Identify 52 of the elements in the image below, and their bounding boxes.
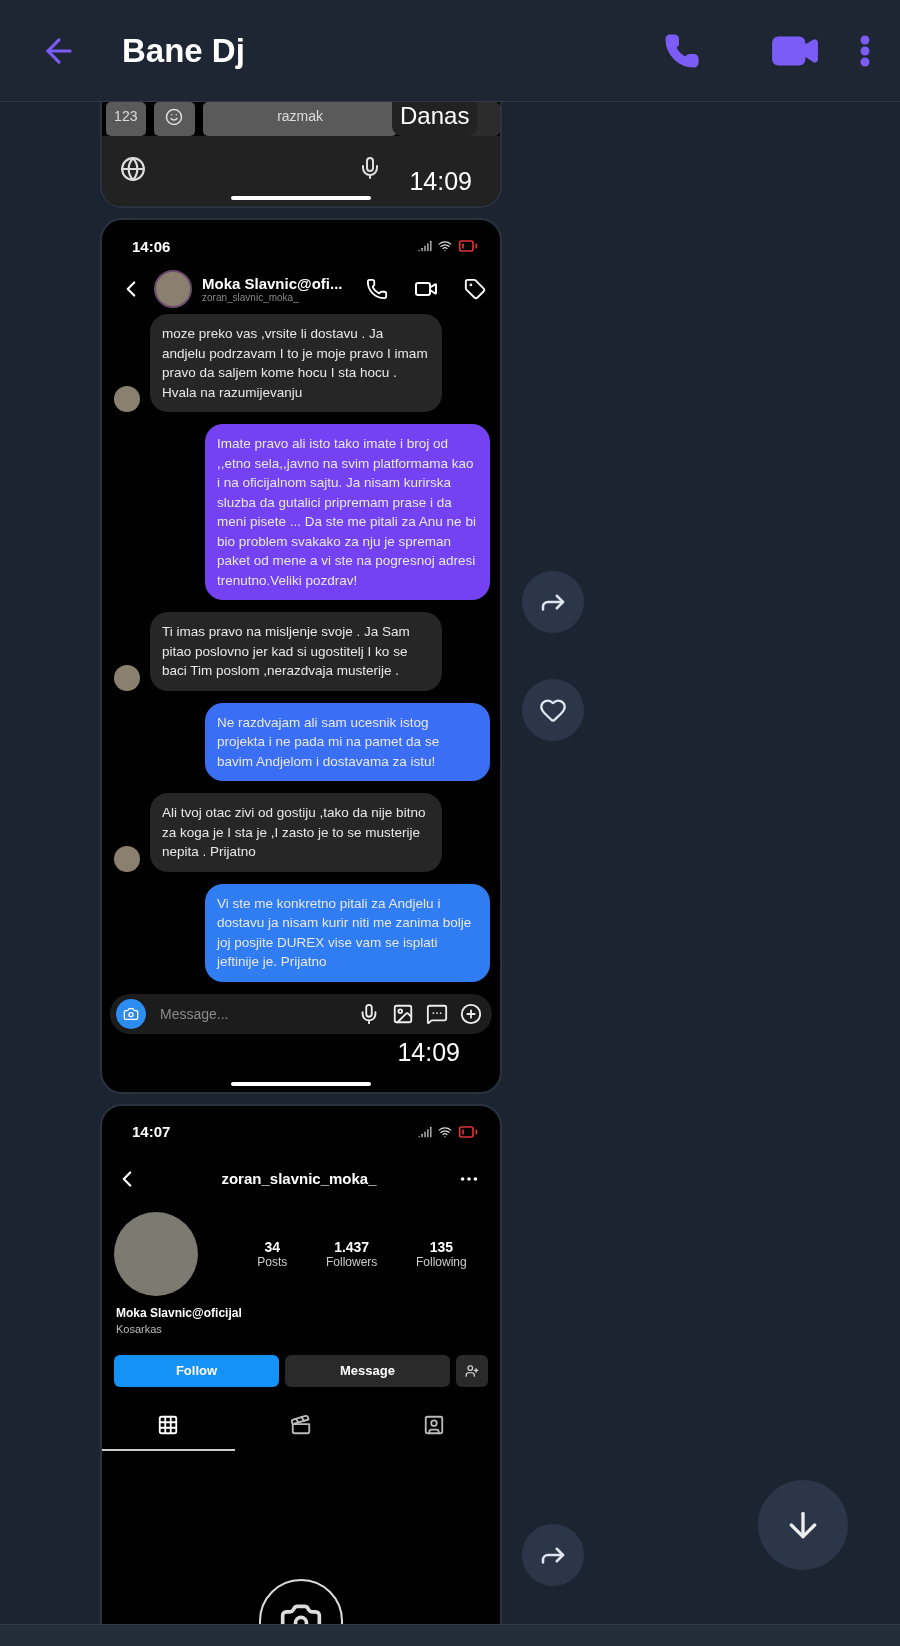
contact-name: Moka Slavnic@ofi...: [202, 275, 344, 292]
avatar: [114, 386, 140, 412]
add-person-button[interactable]: [456, 1354, 488, 1387]
grid-icon: [157, 1413, 180, 1436]
signal-icon: [418, 239, 432, 253]
avatar: [114, 845, 140, 872]
stat-value: 1.437: [334, 1238, 370, 1255]
tag-icon[interactable]: [464, 278, 486, 300]
smiley-icon: [165, 108, 184, 126]
date-label: Danas: [392, 102, 478, 136]
globe-icon: [120, 156, 146, 182]
wifi-icon: [438, 239, 452, 253]
chat-title: Bane Dj: [122, 31, 246, 70]
camera-button[interactable]: [116, 998, 146, 1029]
stat-value: 34: [264, 1238, 281, 1255]
received-message: Ali tvoj otac zivi od gostiju ,tako da nije bitno za koga je I sta je ,I zasto je to se musterije nepita . Prijatno: [150, 793, 442, 872]
sent-message: Ne razdvajam ali sam ucesnik istog projekta i ne pada mi na pamet da se bavim Andjelom i dostavama za istu!: [205, 702, 490, 781]
message-time: 14:09: [409, 167, 472, 196]
phone-icon[interactable]: [366, 278, 388, 300]
avatar: [114, 664, 140, 691]
message-time: 14:09: [397, 1037, 460, 1068]
plus-icon[interactable]: [460, 1002, 482, 1025]
stat-label: Following: [415, 1254, 467, 1269]
menu-button[interactable]: [860, 34, 870, 67]
stat-value: 135: [429, 1238, 453, 1255]
space-key: razmak: [203, 102, 398, 136]
status-time: 14:07: [132, 1123, 171, 1140]
profile-username: zoran_slavnic_moka_: [221, 1170, 377, 1187]
stat-label: Posts: [257, 1254, 288, 1269]
keyboard-key: 123: [106, 102, 146, 136]
image-icon[interactable]: [392, 1002, 414, 1025]
person-square-icon: [422, 1413, 445, 1436]
clapperboard-icon: [290, 1413, 312, 1436]
profile-bio: Kosarkas: [115, 1321, 163, 1335]
chat-bubble-icon[interactable]: [426, 1002, 448, 1025]
call-button[interactable]: [664, 32, 700, 69]
camera-icon: [123, 1005, 139, 1022]
sent-message: Vi ste me konkretno pitali za Andjelu i dostavu ja nisam kurir niti me zanima bolje joj posjite DUREX vise vam se isplati jeftinije je. Prijatno: [205, 883, 490, 982]
menu-icon: [860, 34, 870, 67]
received-message: Ti imas pravo na misljenje svoje . Ja Sam pitao poslovno jer kad si ugostitelj I ko se baci Tim poslom ,nerazdvaja musterije .: [150, 612, 442, 691]
status-time: 14:06: [132, 237, 171, 255]
phone-icon: [664, 32, 700, 69]
add-person-icon: [465, 1363, 479, 1378]
received-message: moze preko vas ,vrsite li dostavu . Ja andjelu podrzavam I to je moje pravo I imam pravo da saljem kome hocu I sta hocu . Hvala na razumijevanju: [150, 314, 442, 412]
profile-name: Moka Slavnic@oficijal: [115, 1304, 243, 1320]
signal-icon: [418, 1124, 432, 1139]
contact-username: zoran_slavnic_moka_: [202, 292, 300, 303]
stat-label: Followers: [325, 1254, 378, 1269]
avatar: [154, 270, 192, 308]
wifi-icon: [438, 1124, 452, 1139]
sent-message: Imate pravo ali isto tako imate i broj od ,,etno sela,,javno na svim platformama kao i na oficijalnom sajtu. Ja nisam kurirska sluzba da gutalici pripremam prase i da meni pisete ... Da ste me pitali za Anu ne bi bio problem svakako za nju je spreman paket od mene a vi ste na pogresnoj adresi trenutno.Veliki pozdrav!: [205, 424, 490, 600]
message-button[interactable]: Message: [285, 1354, 450, 1387]
